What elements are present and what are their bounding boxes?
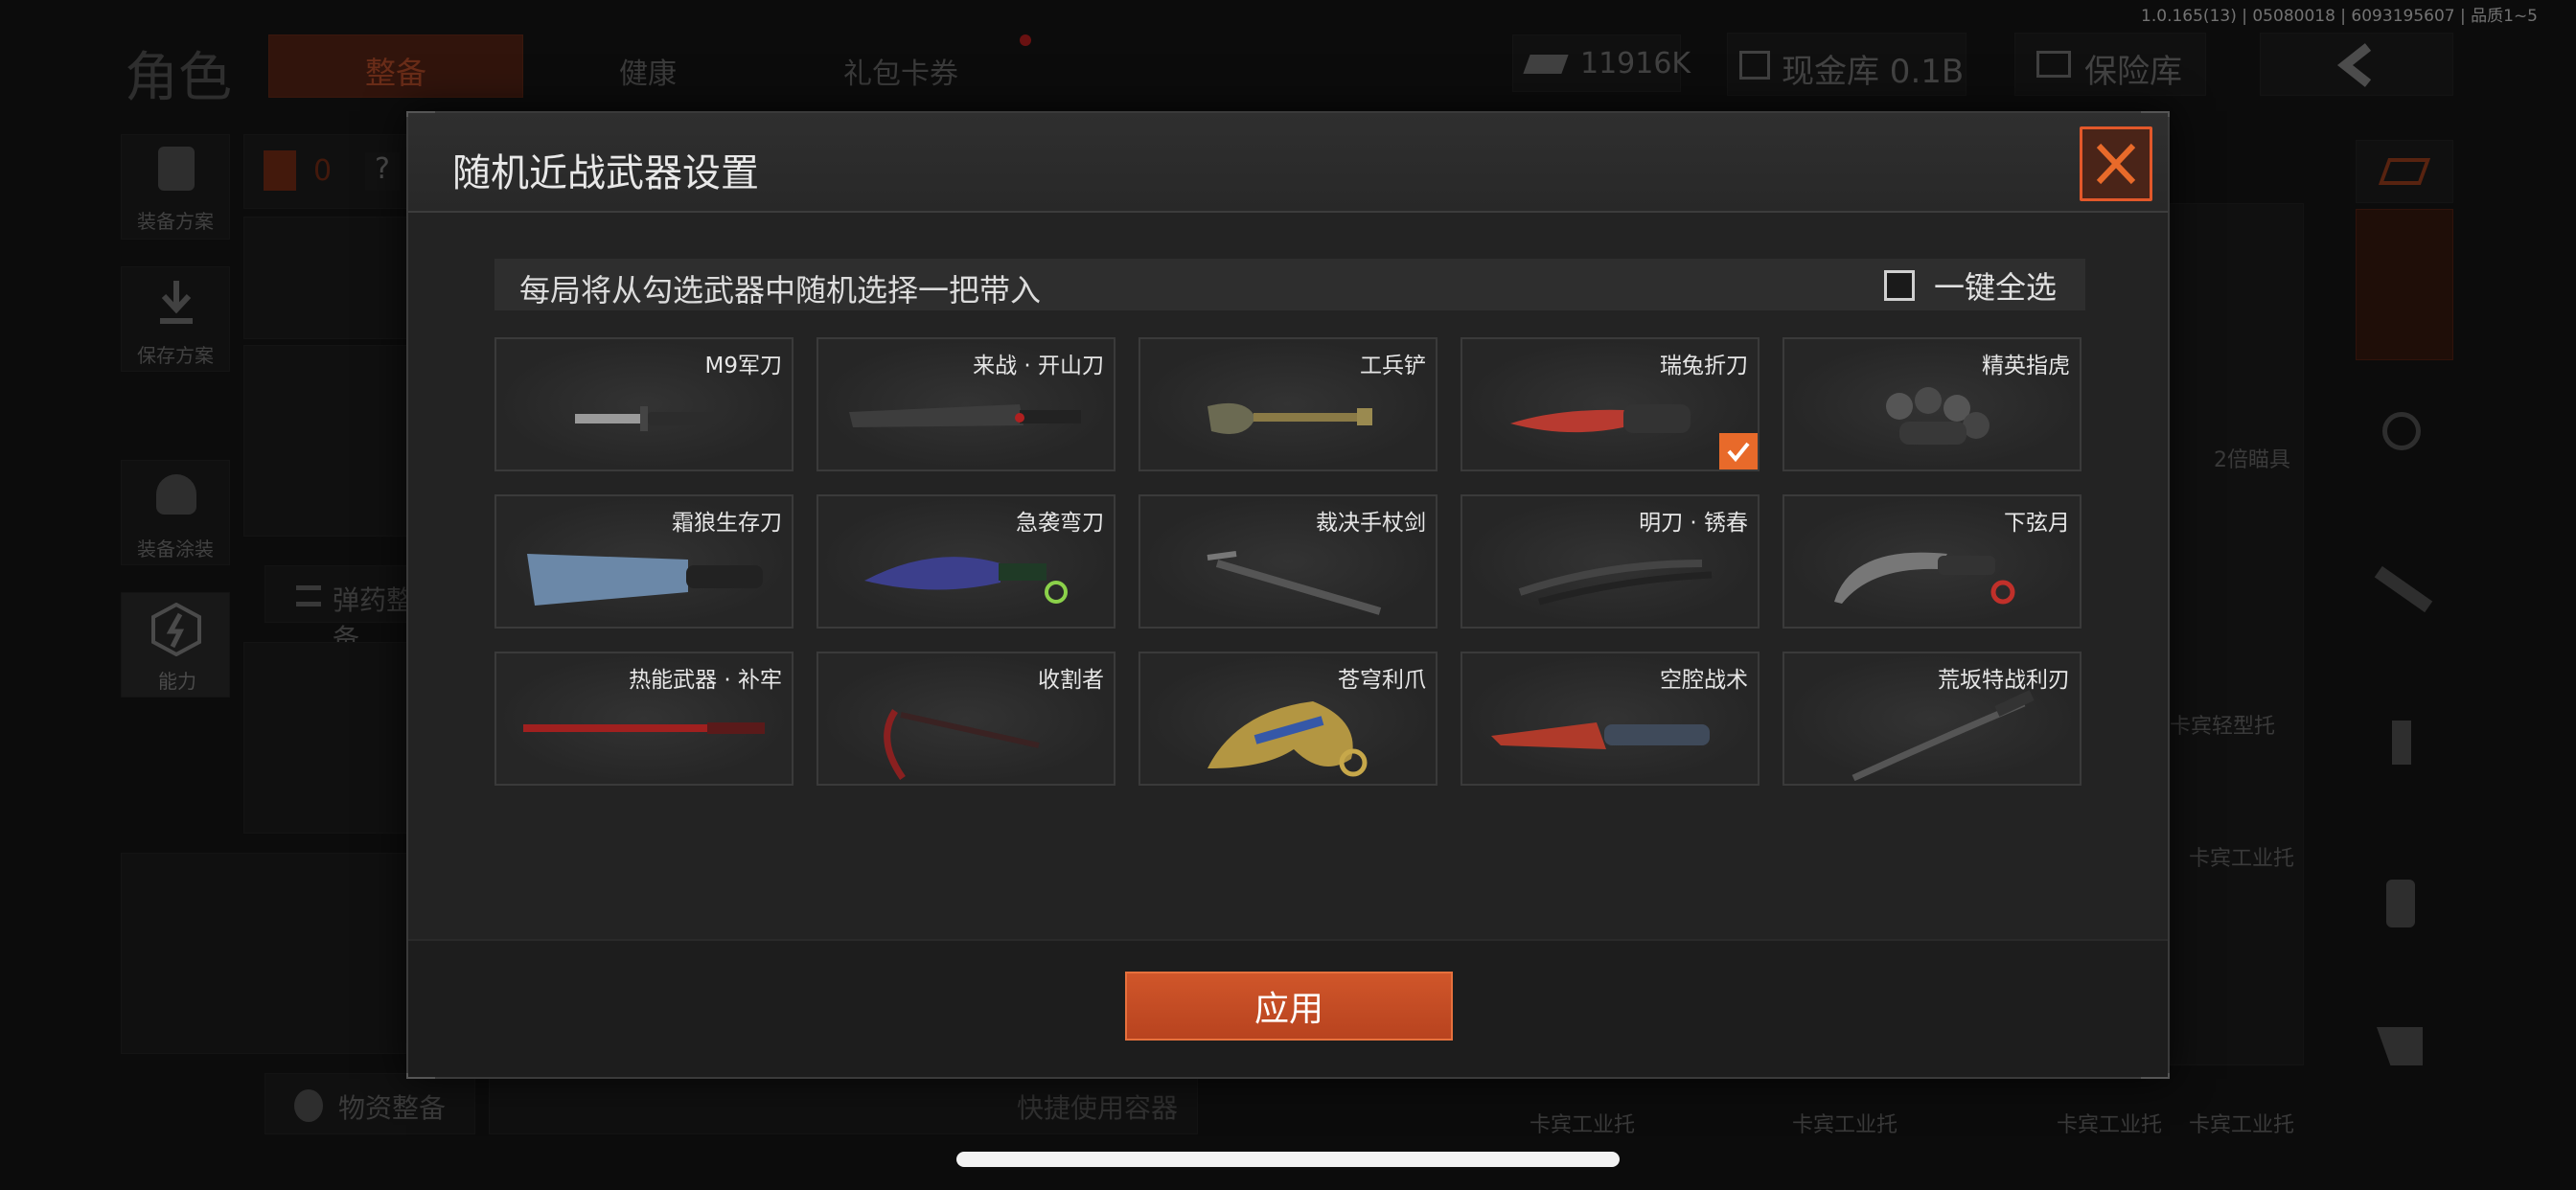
close-button[interactable] (2080, 126, 2152, 201)
weapon-image (1518, 560, 1713, 606)
modal-footer: 应用 (408, 939, 2168, 1077)
weapon-card[interactable]: 热能武器 · 补牢 (494, 652, 794, 786)
weapon-card[interactable]: M9军刀 (494, 337, 794, 471)
weapon-image (1208, 402, 1372, 434)
weapon-image (1510, 404, 1690, 433)
weapon-image (1207, 551, 1382, 615)
modal-title: 随机近战武器设置 (452, 151, 759, 195)
checked-checkbox[interactable] (1719, 433, 1758, 469)
checkmark-icon (1727, 442, 1750, 463)
weapon-card[interactable]: 空腔战术 (1460, 652, 1760, 786)
random-melee-modal: 随机近战武器设置 每局将从勾选武器中随机选择一把带入 一键全选 M9军刀 来战 ·… (406, 111, 2170, 1079)
weapon-image (884, 709, 1040, 781)
weapon-card[interactable]: 荒坂特战利刃 (1782, 652, 2082, 786)
select-all-checkbox[interactable] (1883, 270, 1915, 301)
weapon-image (1834, 552, 2015, 605)
weapon-card[interactable]: 裁决手杖剑 (1138, 494, 1438, 629)
weapon-card[interactable]: 急袭弯刀 (816, 494, 1116, 629)
weapon-card[interactable]: 工兵铲 (1138, 337, 1438, 471)
weapon-card[interactable]: 下弦月 (1782, 494, 2082, 629)
home-indicator[interactable] (956, 1152, 1620, 1167)
weapon-grid: M9军刀 来战 · 开山刀 工兵铲 瑞兔折刀 精英指虎霜狼生存刀 急袭弯刀 裁决手杖剑 明刀 … (494, 337, 2085, 786)
weapon-image (864, 557, 1068, 604)
weapon-image (575, 406, 715, 431)
weapon-card[interactable]: 收割者 (816, 652, 1116, 786)
weapon-image (1886, 387, 1990, 445)
weapon-card[interactable]: 瑞兔折刀 (1460, 337, 1760, 471)
weapon-image (523, 722, 765, 734)
select-all-label: 一键全选 (1933, 269, 2057, 306)
weapon-card[interactable]: 霜狼生存刀 (494, 494, 794, 629)
weapon-card[interactable]: 来战 · 开山刀 (816, 337, 1116, 471)
weapon-image (1852, 690, 2035, 782)
hint-bar: 每局将从勾选武器中随机选择一把带入 一键全选 (494, 259, 2085, 310)
weapon-image (1208, 701, 1368, 777)
weapon-image (527, 554, 763, 606)
weapon-card[interactable]: 苍穹利爪 (1138, 652, 1438, 786)
weapon-card[interactable]: 明刀 · 锈春 (1460, 494, 1760, 629)
modal-header: 随机近战武器设置 (408, 113, 2168, 213)
hint-text: 每局将从勾选武器中随机选择一把带入 (519, 272, 1042, 309)
weapon-image (1491, 722, 1710, 749)
select-all-toggle[interactable]: 一键全选 (1883, 266, 2057, 306)
weapon-card[interactable]: 精英指虎 (1782, 337, 2082, 471)
close-icon (2096, 143, 2136, 185)
apply-button[interactable]: 应用 (1125, 972, 1453, 1041)
weapon-image (849, 404, 1081, 427)
